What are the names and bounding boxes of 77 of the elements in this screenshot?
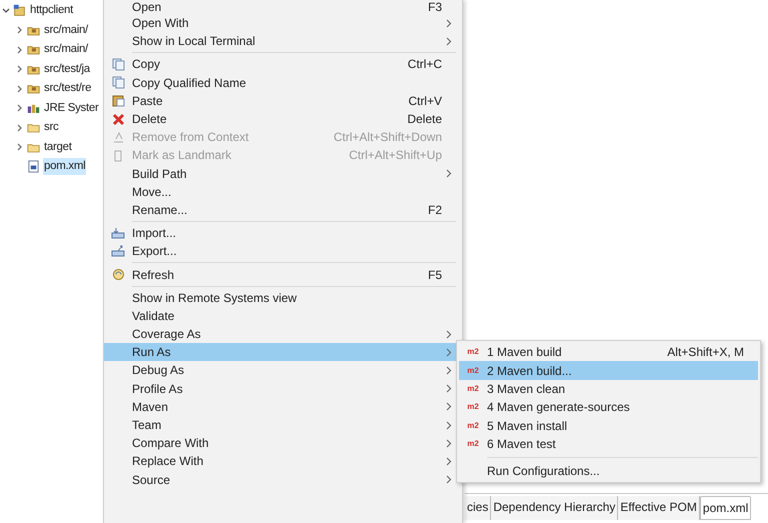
shortcut-text: F3 bbox=[428, 0, 443, 16]
submenu-item[interactable]: m2 3 Maven clean bbox=[459, 380, 758, 398]
chevron-right-icon[interactable] bbox=[16, 26, 24, 34]
menu-item[interactable]: Delete Delete bbox=[104, 110, 462, 128]
project-icon bbox=[13, 4, 26, 18]
submenu-item[interactable]: m2 5 Maven install bbox=[459, 416, 758, 435]
tree-item[interactable]: pom.xml bbox=[43, 158, 86, 176]
menu-item[interactable]: Copy Ctrl+C bbox=[104, 55, 462, 74]
menu-item[interactable]: Export... bbox=[104, 242, 462, 260]
submenu-item[interactable]: m2 2 Maven build... bbox=[459, 361, 758, 380]
menu-item[interactable]: Replace With bbox=[104, 452, 462, 470]
menu-item[interactable]: Open F3 bbox=[104, 0, 462, 14]
maven-badge-icon: m2 bbox=[467, 348, 479, 356]
menu-item[interactable]: Compare With bbox=[104, 434, 462, 452]
delete-icon bbox=[112, 112, 124, 126]
menu-item[interactable]: Maven bbox=[104, 398, 462, 416]
menu-item[interactable]: Team bbox=[104, 416, 462, 434]
submenu-item[interactable]: Run Configurations... bbox=[459, 462, 758, 480]
tree-item[interactable]: src/main/ bbox=[43, 22, 89, 39]
maven-badge-icon: m2 bbox=[467, 366, 479, 375]
menu-item[interactable]: Build Path bbox=[104, 164, 462, 183]
menu-item[interactable]: Profile As bbox=[104, 380, 462, 398]
chevron-right-icon[interactable] bbox=[16, 46, 24, 54]
maven-badge-icon: m2 bbox=[467, 440, 479, 448]
shortcut-text: Ctrl+C bbox=[408, 56, 443, 74]
menu-item[interactable]: Source bbox=[104, 470, 462, 489]
shortcut-text: Alt+Shift+X, M bbox=[667, 344, 745, 362]
tree-item[interactable]: JRE Syster bbox=[43, 100, 100, 117]
submenu-item[interactable]: m2 6 Maven test bbox=[459, 434, 758, 453]
chevron-right-icon[interactable] bbox=[16, 124, 24, 132]
editor-tab[interactable]: cies bbox=[465, 496, 492, 520]
export-icon bbox=[111, 245, 125, 258]
shortcut-text: Ctrl+V bbox=[408, 92, 443, 110]
tree-item[interactable]: src/test/re bbox=[43, 80, 92, 98]
copy-icon bbox=[112, 76, 124, 90]
menu-item[interactable]: Show in Local Terminal bbox=[104, 32, 462, 50]
xml-file-icon bbox=[27, 160, 40, 174]
menu-item[interactable]: Open With bbox=[104, 14, 462, 32]
shortcut-text: Ctrl+Alt+Shift+Down bbox=[334, 129, 443, 146]
submenu-item[interactable]: m2 4 Maven generate-sources bbox=[459, 398, 758, 416]
editor-tab[interactable]: Dependency Hierarchy bbox=[491, 496, 618, 520]
shortcut-text: F2 bbox=[428, 202, 443, 219]
clipboard-icon bbox=[112, 94, 124, 108]
tree-item[interactable]: httpclient bbox=[29, 2, 74, 20]
menu-item[interactable]: Refresh F5 bbox=[104, 265, 462, 284]
menu-item[interactable]: Debug As bbox=[104, 361, 462, 380]
copy-icon bbox=[112, 58, 124, 71]
menu-item[interactable]: Paste Ctrl+V bbox=[104, 92, 462, 110]
menu-item[interactable]: Rename... F2 bbox=[104, 200, 462, 220]
chevron-right-icon[interactable] bbox=[16, 65, 24, 74]
chevron-right-icon[interactable] bbox=[16, 84, 24, 93]
menu-item[interactable]: Move... bbox=[104, 182, 462, 201]
chevron-right-icon[interactable] bbox=[16, 104, 24, 112]
editor-tab[interactable]: Effective POM bbox=[618, 496, 700, 520]
menu-item[interactable]: Import... bbox=[104, 224, 462, 242]
tree-item[interactable]: target bbox=[43, 138, 73, 156]
refresh-icon bbox=[112, 268, 124, 282]
editor-tab[interactable]: pom.xml bbox=[700, 496, 752, 520]
menu-item[interactable]: Show in Remote Systems view bbox=[104, 288, 462, 307]
import-icon bbox=[111, 227, 125, 240]
tree-item[interactable]: src/test/ja bbox=[43, 60, 91, 78]
faded-context-icon bbox=[112, 130, 124, 144]
maven-badge-icon: m2 bbox=[467, 384, 479, 393]
maven-badge-icon: m2 bbox=[467, 403, 479, 412]
shortcut-text: Delete bbox=[407, 111, 443, 128]
chevron-right-icon[interactable] bbox=[16, 143, 24, 152]
tree-item[interactable]: src/main/ bbox=[43, 41, 89, 58]
submenu-item[interactable]: m2 1 Maven build Alt+Shift+X, M bbox=[459, 343, 758, 362]
maven-badge-icon: m2 bbox=[467, 422, 479, 430]
shortcut-text: F5 bbox=[428, 266, 443, 284]
shortcut-text: Ctrl+Alt+Shift+Up bbox=[348, 147, 443, 164]
chevron-down-icon[interactable] bbox=[2, 6, 10, 15]
menu-item[interactable]: Coverage As bbox=[104, 325, 462, 344]
faded-landmark-icon bbox=[112, 148, 124, 162]
menu-item[interactable]: Copy Qualified Name bbox=[104, 74, 462, 92]
tree-item[interactable]: src bbox=[43, 119, 60, 136]
menu-item[interactable]: Validate bbox=[104, 306, 462, 325]
